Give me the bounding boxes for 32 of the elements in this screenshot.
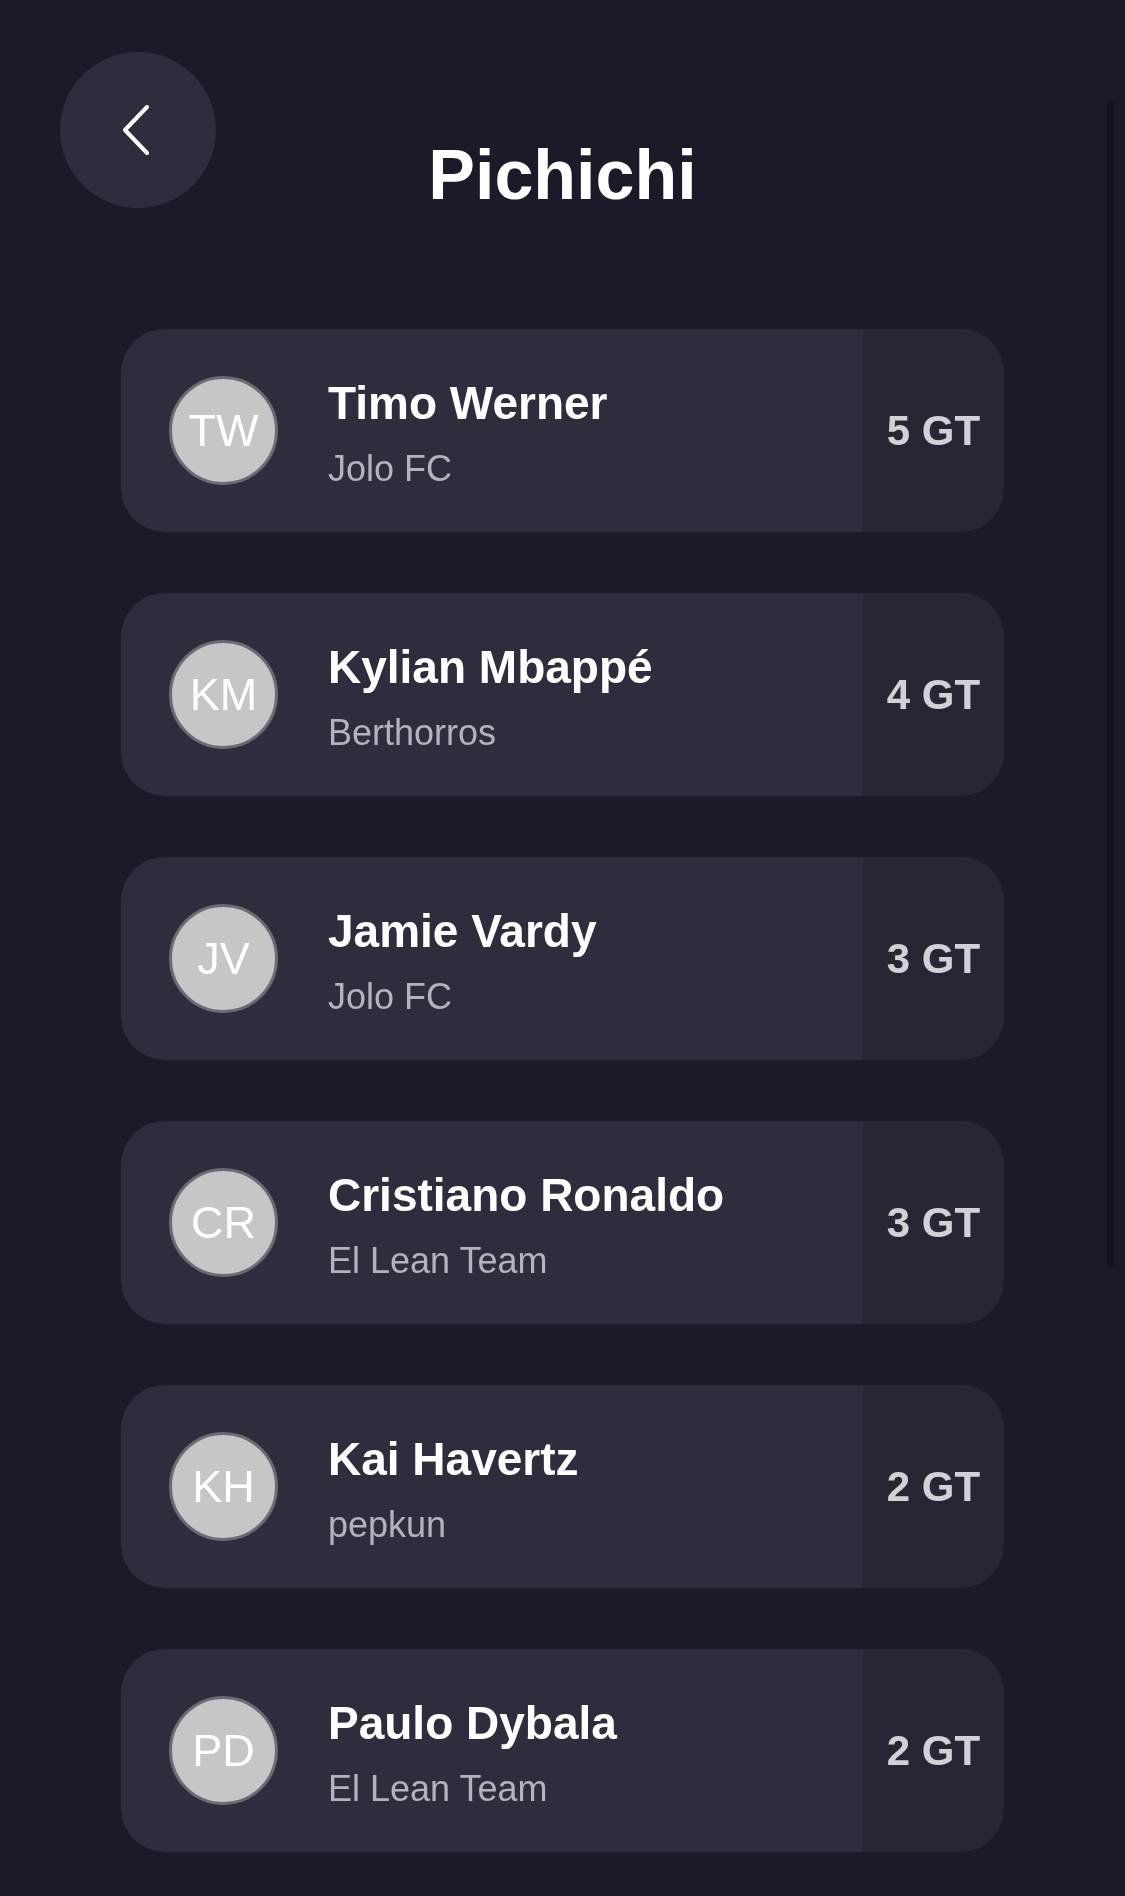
team-name: El Lean Team [328,1769,549,1809]
player-name: Timo Werner [328,377,608,429]
player-name: Paulo Dybala [328,1697,617,1749]
team-name: Jolo FC [328,977,454,1017]
goals-count: 3 GT [886,1201,981,1244]
player-name: Cristiano Ronaldo [328,1169,725,1221]
page-title: Pichichi [428,140,697,210]
avatar: KM [169,640,278,749]
player-card[interactable]: CR Cristiano Ronaldo El Lean Team 3 GT [121,1121,1004,1324]
team-name: Berthorros [328,713,498,753]
team-name: Jolo FC [328,449,454,489]
team-name: pepkun [328,1505,448,1545]
player-name: Kylian Mbappé [328,641,653,693]
goals-count: 4 GT [886,673,981,716]
player-card[interactable]: PD Paulo Dybala El Lean Team 2 GT [121,1649,1004,1852]
player-card[interactable]: TW Timo Werner Jolo FC 5 GT [121,329,1004,532]
goals-count: 3 GT [886,937,981,980]
avatar: JV [169,904,278,1013]
player-card[interactable]: KM Kylian Mbappé Berthorros 4 GT [121,593,1004,796]
back-icon [122,105,150,155]
avatar: TW [169,376,278,485]
player-name: Jamie Vardy [328,905,597,957]
player-card[interactable]: JV Jamie Vardy Jolo FC 3 GT [121,857,1004,1060]
avatar: KH [169,1432,278,1541]
avatar: PD [169,1696,278,1805]
player-name: Kai Havertz [328,1433,579,1485]
goals-count: 2 GT [886,1465,981,1508]
goals-count: 2 GT [886,1729,981,1772]
goals-count: 5 GT [886,409,981,452]
team-name: El Lean Team [328,1241,549,1281]
player-card[interactable]: KH Kai Havertz pepkun 2 GT [121,1385,1004,1588]
avatar: CR [169,1168,278,1277]
